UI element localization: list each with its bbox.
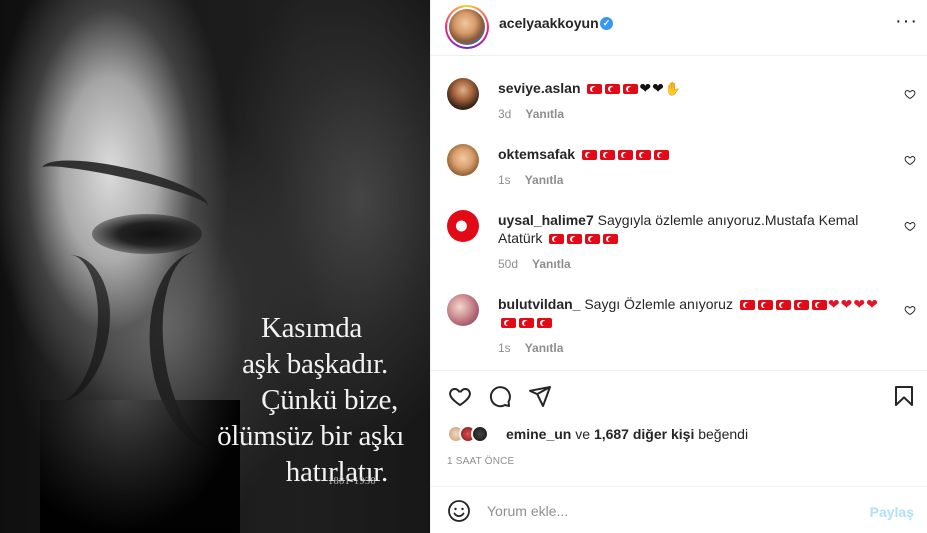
comment-bubble-icon[interactable] <box>488 384 512 408</box>
post-side-panel: acelyaakkoyun ✓ ··· seviye.aslan ❤❤✋ 3d Y… <box>430 0 927 533</box>
comment-username[interactable]: uysal_halime7 <box>498 212 594 228</box>
like-heart-icon[interactable] <box>448 384 472 408</box>
comment-text: Saygı Özlemle anıyoruz <box>584 296 733 312</box>
turkey-flag-icon <box>793 300 809 310</box>
like-comment-icon[interactable] <box>904 154 916 166</box>
reply-button[interactable]: Yanıtla <box>525 107 564 121</box>
comment-composer: Paylaş <box>431 486 927 533</box>
turkey-flag-icon <box>775 300 791 310</box>
reply-button[interactable]: Yanıtla <box>532 257 571 271</box>
action-bar <box>431 370 927 420</box>
turkey-flag-icon <box>811 300 827 310</box>
comment-username[interactable]: bulutvildan_ <box>498 296 580 312</box>
turkey-flag-icon <box>549 234 565 244</box>
commenter-avatar[interactable] <box>447 78 479 110</box>
comments-list: seviye.aslan ❤❤✋ 3d Yanıtla oktemsafak 1… <box>431 57 927 369</box>
turkey-flag-icon <box>757 300 773 310</box>
black-heart-icon: ❤ <box>652 80 664 96</box>
author-username[interactable]: acelyaakkoyun <box>499 15 599 31</box>
comment-username[interactable]: oktemsafak <box>498 146 575 162</box>
turkey-flag-icon <box>605 84 621 94</box>
like-comment-icon[interactable] <box>904 304 916 316</box>
likes-summary: emine_un ve 1,687 diğer kişi beğendi <box>506 426 748 442</box>
reply-button[interactable]: Yanıtla <box>525 173 564 187</box>
likes-connector: ve <box>575 426 591 442</box>
post-header: acelyaakkoyun ✓ ··· <box>431 0 927 56</box>
liker-avatar <box>471 425 489 443</box>
turkey-flag-icon <box>603 234 619 244</box>
turkey-flag-icon <box>537 318 552 328</box>
turkey-flag-icon <box>617 150 633 160</box>
turkey-flag-icon <box>635 150 651 160</box>
turkey-flag-icon <box>585 234 601 244</box>
red-heart-icon: ❤ <box>827 296 840 312</box>
comment-emojis: ❤❤✋ <box>584 80 681 96</box>
red-heart-icon: ❤ <box>853 296 866 312</box>
emoji-icon[interactable] <box>447 499 471 523</box>
image-years: 1881-1938 <box>328 476 376 487</box>
quote-line: ölümsüz bir aşkı <box>217 420 404 452</box>
comment-username[interactable]: seviye.aslan <box>498 80 581 96</box>
author-avatar[interactable] <box>445 5 489 49</box>
commenter-avatar[interactable] <box>447 210 479 242</box>
comment-input[interactable] <box>487 501 847 521</box>
turkey-flag-icon <box>587 84 603 94</box>
comment-time[interactable]: 1s <box>498 341 511 355</box>
post-comment-button[interactable]: Paylaş <box>870 504 914 520</box>
share-send-icon[interactable] <box>528 384 552 408</box>
quote-line: Çünkü bize, <box>261 384 398 416</box>
post-image[interactable]: Kasımda aşk başkadır. Çünkü bize, ölümsü… <box>0 0 430 533</box>
quote-line: Kasımda <box>261 312 362 344</box>
red-heart-icon: ❤ <box>840 296 853 312</box>
like-comment-icon[interactable] <box>904 88 916 100</box>
comment-time[interactable]: 3d <box>498 107 511 121</box>
reply-button[interactable]: Yanıtla <box>525 341 564 355</box>
turkey-flag-icon <box>567 234 583 244</box>
bookmark-icon[interactable] <box>892 384 916 408</box>
like-comment-icon[interactable] <box>904 220 916 232</box>
turkey-flag-icon <box>599 150 615 160</box>
liker-username[interactable]: emine_un <box>506 426 571 442</box>
comment-time[interactable]: 1s <box>498 173 511 187</box>
red-heart-icon: ❤ <box>866 296 878 312</box>
quote-line: aşk başkadır. <box>242 348 388 380</box>
more-options-icon[interactable]: ··· <box>895 10 918 33</box>
post-timestamp[interactable]: 1 SAAT ÖNCE <box>447 456 514 467</box>
comment-emojis <box>546 230 619 246</box>
turkey-flag-icon <box>739 300 755 310</box>
instagram-post: Kasımda aşk başkadır. Çünkü bize, ölümsü… <box>0 0 927 533</box>
turkey-flag-icon <box>581 150 597 160</box>
turkey-flag-icon <box>519 318 534 328</box>
black-heart-icon: ❤ <box>639 80 652 96</box>
likes-count[interactable]: 1,687 diğer kişi <box>594 426 694 442</box>
commenter-avatar[interactable] <box>447 144 479 176</box>
turkey-flag-icon <box>623 84 639 94</box>
liker-avatars[interactable] <box>447 423 489 445</box>
verified-badge-icon: ✓ <box>600 17 613 30</box>
comment-emojis <box>579 146 669 162</box>
likes-suffix: beğendi <box>698 426 749 442</box>
folded-hands-icon: ✋ <box>664 81 682 96</box>
turkey-flag-icon <box>653 150 669 160</box>
comment-time[interactable]: 50d <box>498 257 518 271</box>
image-quote: Kasımda aşk başkadır. Çünkü bize, ölümsü… <box>217 310 404 490</box>
turkey-flag-icon <box>501 318 516 328</box>
commenter-avatar[interactable] <box>447 294 479 326</box>
